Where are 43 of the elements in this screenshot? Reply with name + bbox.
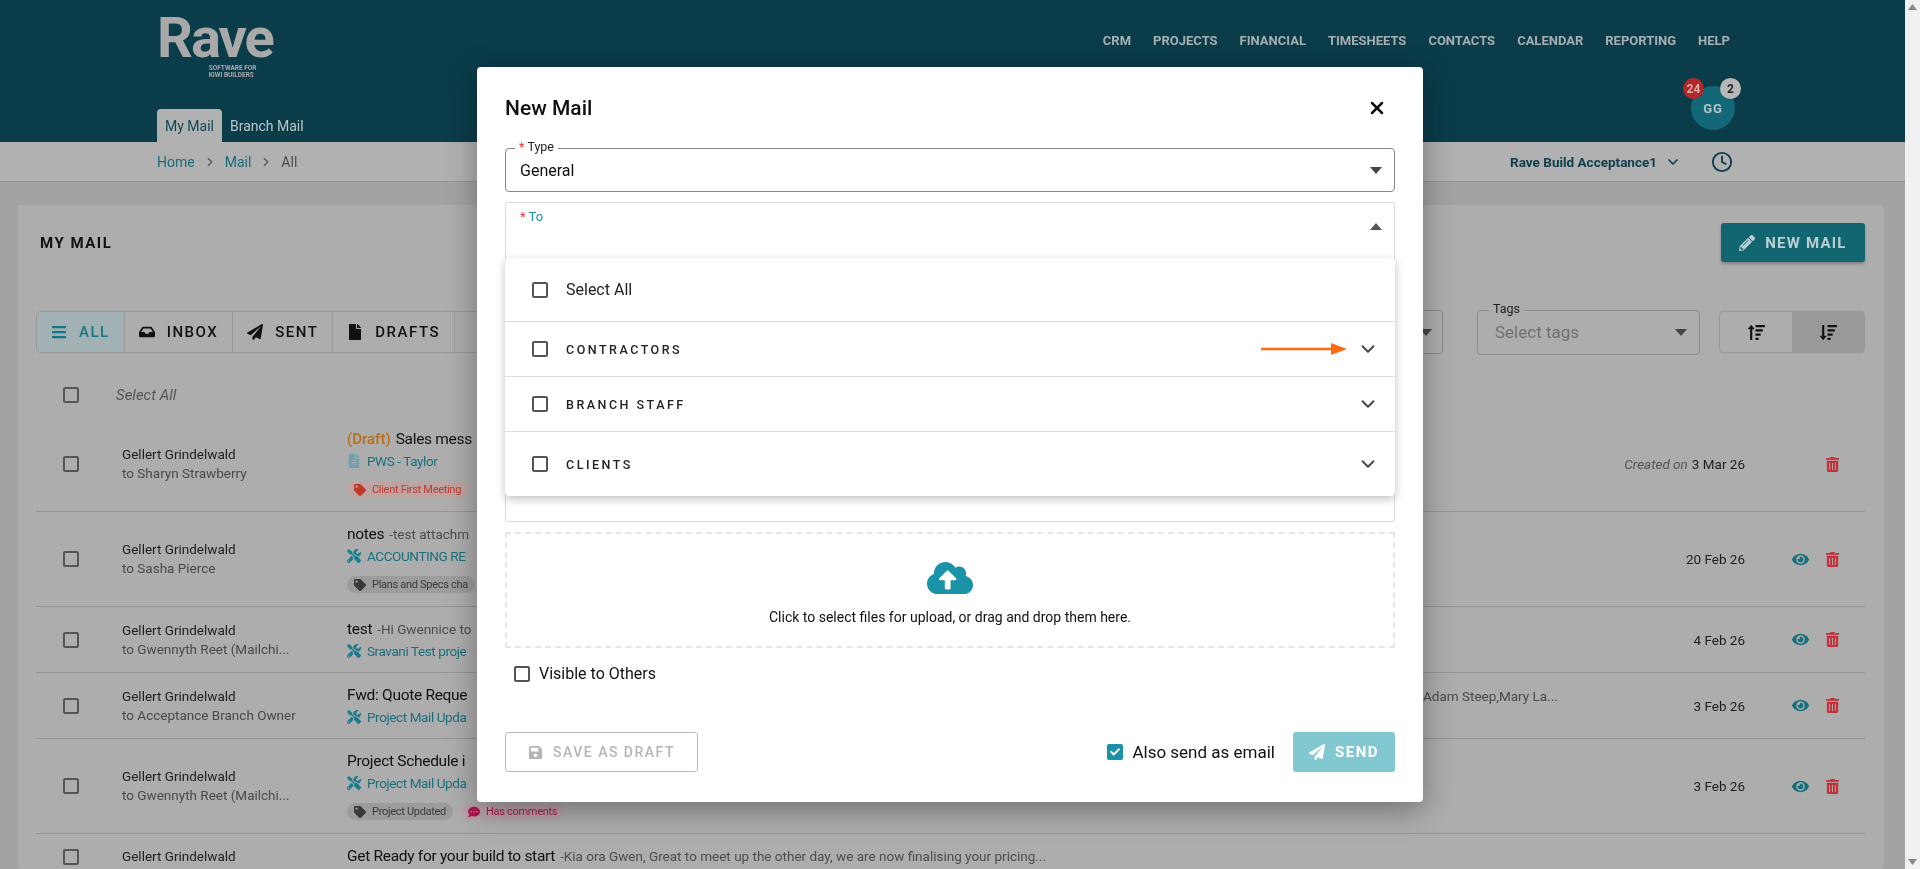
select-all-label: Select All xyxy=(116,386,177,404)
mail-subject: Get Ready for your build to start xyxy=(347,847,556,865)
mail-preview: -Kia ora Gwen, Great to meet up the other day, we are now finalising your pricing... xyxy=(560,848,1046,864)
mail-date: 4 Feb 26 xyxy=(1693,631,1745,648)
created-label: Created on xyxy=(1624,456,1688,472)
sender-name: Gellert Grindelwald xyxy=(122,540,237,559)
checkbox-label: Also send as email xyxy=(1132,742,1275,762)
logo-wordmark: Rave xyxy=(157,15,273,61)
mail-preview: -test attachm xyxy=(389,526,470,542)
count-badge: 2 xyxy=(1720,78,1741,99)
tag-chip: Project Updated xyxy=(347,803,453,820)
tag-chip: Plans and Specs cha xyxy=(347,576,475,593)
mail-subject: Fwd: Quote Reque xyxy=(347,686,468,704)
recipient-name: to Gwennyth Reet (Mailchi... xyxy=(122,639,291,659)
checkbox-label: Visible to Others xyxy=(539,664,656,683)
mail-subject: Project Schedule i xyxy=(347,752,466,770)
tag-chip: Has comments xyxy=(461,803,565,820)
tag-chip: Client First Meeting xyxy=(347,481,469,498)
mail-date: 3 Feb 26 xyxy=(1693,697,1745,714)
recipient-name: to Acceptance Branch Owner xyxy=(122,705,297,725)
mail-subject: notes xyxy=(347,525,385,543)
sender-name: Gellert Grindelwald xyxy=(122,445,237,464)
sender-name: Gellert Grindelwald xyxy=(122,686,237,706)
sender-name: Gellert Grindelwald xyxy=(122,620,237,640)
mail-date: 3 Mar 26 xyxy=(1691,456,1745,472)
sender-name: Gellert Grindelwald xyxy=(122,847,237,866)
field-label: * Type xyxy=(515,139,558,155)
count-badge: 24 xyxy=(1683,78,1704,99)
sender-name: Gellert Grindelwald xyxy=(122,767,237,786)
dialog-title: New Mail xyxy=(505,95,593,120)
page-title: MY MAIL xyxy=(40,233,113,252)
mail-subject: Sales mess xyxy=(395,430,472,448)
field-label: * To xyxy=(520,209,544,224)
mail-subject: test xyxy=(347,620,373,638)
mail-date: 3 Feb 26 xyxy=(1693,778,1745,794)
recipient-name: to Gwennyth Reet (Mailchi... xyxy=(122,786,291,805)
recipient-name: to Sasha Pierce xyxy=(122,559,217,578)
recipients-list: Adam Steep,Mary La... xyxy=(1423,688,1558,704)
mail-date: 20 Feb 26 xyxy=(1685,551,1745,567)
recipient-name: to Sharyn Strawberry xyxy=(122,464,248,483)
draft-label: (Draft) xyxy=(347,430,391,448)
mail-preview: -Hi Gwennice to xyxy=(377,621,472,637)
upload-hint: Click to select files for upload, or drag and drop them here. xyxy=(769,609,1131,625)
